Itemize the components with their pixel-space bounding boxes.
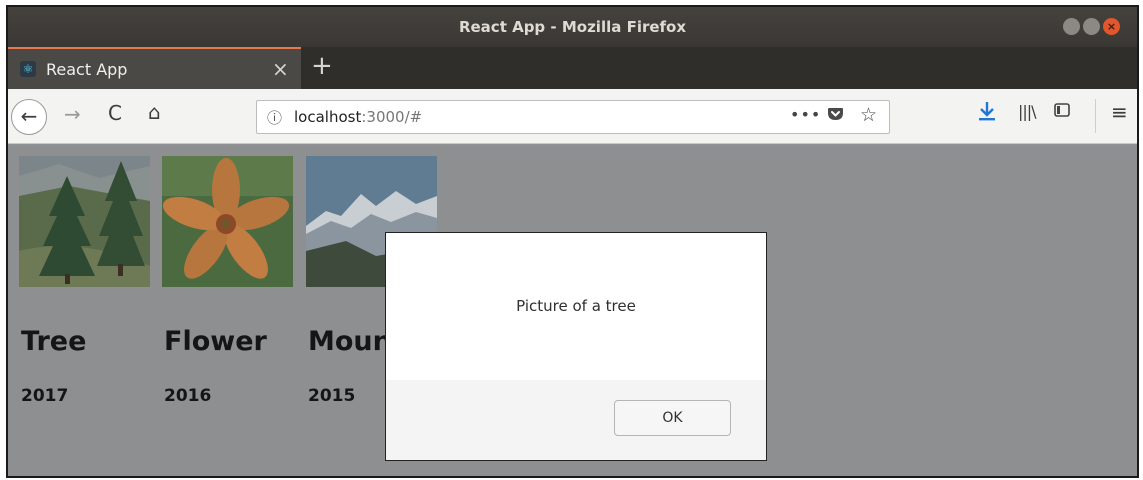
dialog-message: Picture of a tree xyxy=(516,297,636,315)
sidebar-icon[interactable] xyxy=(1054,102,1070,123)
dialog-body: Picture of a tree xyxy=(386,233,766,380)
reload-button[interactable]: C xyxy=(108,101,122,125)
nav-bar: ← → C ⌂ ⓘ localhost:3000/# ••• ☆ |||\ ≡ xyxy=(8,89,1137,144)
page-content: Tree 2017 Flower 2016 Mountain 2015 Pict… xyxy=(8,145,1137,476)
page-actions-icon[interactable]: ••• xyxy=(790,105,821,124)
tab-label: React App xyxy=(46,60,128,79)
minimize-icon[interactable] xyxy=(1063,18,1080,35)
bookmark-star-icon[interactable]: ☆ xyxy=(860,104,877,126)
browser-window: React App - Mozilla Firefox × ⚛ React Ap… xyxy=(6,5,1139,478)
card-year: 2015 xyxy=(308,386,356,406)
tree-image[interactable] xyxy=(19,156,150,287)
card-title: Flower xyxy=(164,326,267,357)
tab-close-icon[interactable]: × xyxy=(272,57,289,81)
card-year: 2016 xyxy=(164,386,212,406)
title-bar: React App - Mozilla Firefox × xyxy=(8,7,1137,47)
menu-icon[interactable]: ≡ xyxy=(1111,100,1128,124)
alert-dialog: Picture of a tree OK xyxy=(385,232,767,461)
url-text[interactable]: localhost:3000/# xyxy=(294,108,422,126)
window-title: React App - Mozilla Firefox xyxy=(458,18,687,36)
home-button[interactable]: ⌂ xyxy=(148,100,161,124)
back-button[interactable]: ← xyxy=(11,99,47,135)
downloads-icon[interactable] xyxy=(978,101,996,126)
close-icon[interactable]: × xyxy=(1103,18,1120,35)
ok-button[interactable]: OK xyxy=(614,400,731,436)
tab-react-app[interactable]: ⚛ React App × xyxy=(8,47,301,89)
maximize-icon[interactable] xyxy=(1083,18,1100,35)
site-info-icon[interactable]: ⓘ xyxy=(267,107,282,128)
card-title: Tree xyxy=(21,326,87,357)
url-bar[interactable]: ⓘ localhost:3000/# ••• ☆ xyxy=(256,100,890,134)
card-year: 2017 xyxy=(21,386,69,406)
url-path: :3000/# xyxy=(361,108,423,126)
react-logo-icon: ⚛ xyxy=(20,61,36,77)
pocket-icon[interactable] xyxy=(827,106,844,126)
toolbar-separator xyxy=(1095,99,1096,133)
library-icon[interactable]: |||\ xyxy=(1018,102,1037,121)
forward-button[interactable]: → xyxy=(64,102,81,126)
url-host: localhost xyxy=(294,108,362,126)
new-tab-button[interactable]: + xyxy=(311,51,333,81)
tab-strip: ⚛ React App × + xyxy=(8,47,1137,89)
flower-image[interactable] xyxy=(162,156,293,287)
